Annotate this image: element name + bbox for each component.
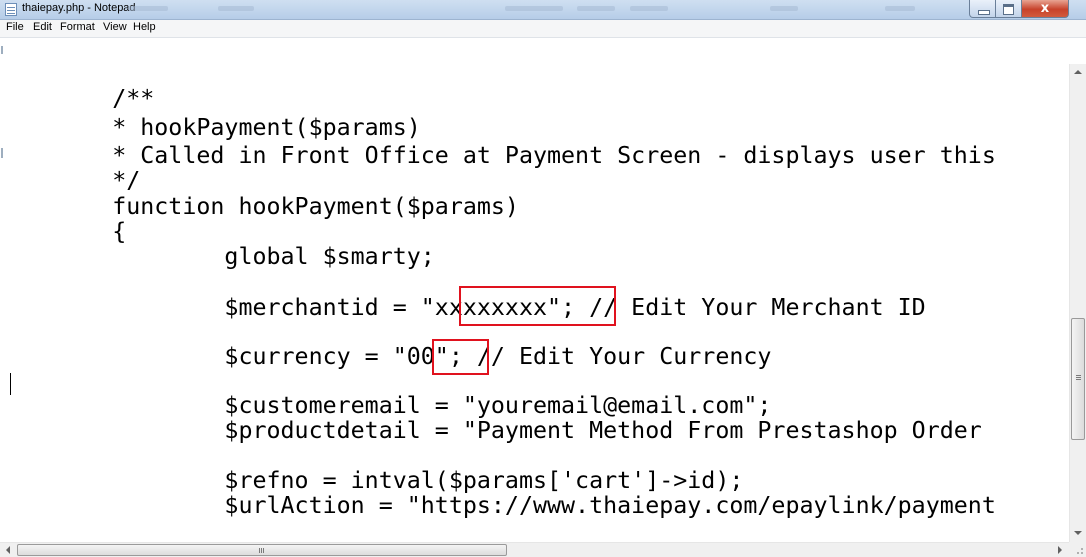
vertical-scrollbar[interactable] xyxy=(1069,64,1086,542)
menu-bar: File Edit Format View Help xyxy=(0,20,1086,38)
code-line: * Called in Front Office at Payment Scre… xyxy=(0,142,996,169)
menu-edit[interactable]: Edit xyxy=(33,21,52,33)
arrow-right-icon[interactable] xyxy=(1058,546,1062,554)
arrow-left-icon[interactable] xyxy=(6,546,10,554)
arrow-down-icon xyxy=(1074,531,1082,535)
minimize-button[interactable] xyxy=(969,0,996,18)
code-line: { xyxy=(0,218,127,245)
scroll-up-button[interactable] xyxy=(1070,64,1086,81)
title-bar[interactable]: thaiepay.php - Notepad x xyxy=(0,0,1086,20)
currency-highlight-box xyxy=(432,339,489,375)
scroll-down-button[interactable] xyxy=(1070,525,1086,542)
menu-view[interactable]: View xyxy=(103,21,127,33)
code-line: $urlAction = "https://www.thaiepay.com/e… xyxy=(0,492,996,519)
menu-help[interactable]: Help xyxy=(133,21,156,33)
resize-grip[interactable] xyxy=(1069,542,1086,557)
code-line: * hookPayment($params) xyxy=(0,114,421,141)
arrow-up-icon xyxy=(1074,70,1082,74)
code-line: */ xyxy=(0,167,141,194)
vertical-scroll-thumb[interactable] xyxy=(1071,318,1085,440)
background-title-blur xyxy=(505,6,563,11)
menu-file[interactable]: File xyxy=(6,21,24,33)
code-line: global $smarty; xyxy=(0,243,435,270)
left-edge-mark xyxy=(1,148,3,158)
code-line: $currency = "00"; // Edit Your Currency xyxy=(0,343,772,370)
left-edge-mark xyxy=(1,46,3,54)
code-line: $refno = intval($params['cart']->id); xyxy=(0,467,744,494)
horizontal-scrollbar[interactable] xyxy=(0,542,1069,557)
background-title-blur xyxy=(885,6,915,11)
maximize-icon xyxy=(1003,4,1014,15)
background-title-blur xyxy=(770,6,798,11)
notepad-window: thaiepay.php - Notepad x File Edit Forma… xyxy=(0,0,1086,557)
notepad-icon[interactable] xyxy=(5,3,17,16)
background-title-blur xyxy=(128,6,168,11)
text-editor[interactable]: /** * hookPayment($params) * Called in F… xyxy=(0,38,1070,543)
background-title-blur xyxy=(218,6,254,11)
code-line: $customeremail = "youremail@email.com"; xyxy=(0,392,772,419)
window-title: thaiepay.php - Notepad xyxy=(22,2,136,14)
background-title-blur xyxy=(630,6,668,11)
merchant-id-highlight-box xyxy=(459,286,616,326)
maximize-button[interactable] xyxy=(996,0,1022,18)
horizontal-scroll-thumb[interactable] xyxy=(17,544,507,556)
close-icon: x xyxy=(1040,1,1050,16)
grip-icon xyxy=(1076,375,1081,376)
text-caret xyxy=(10,373,11,395)
code-line: $productdetail = "Payment Method From Pr… xyxy=(0,417,982,444)
code-line: /** xyxy=(0,85,155,112)
close-button[interactable]: x xyxy=(1022,0,1069,18)
background-title-blur xyxy=(577,6,615,11)
menu-format[interactable]: Format xyxy=(60,21,95,33)
grip-icon xyxy=(259,548,260,553)
code-line: function hookPayment($params) xyxy=(0,193,519,220)
minimize-icon xyxy=(978,10,990,15)
